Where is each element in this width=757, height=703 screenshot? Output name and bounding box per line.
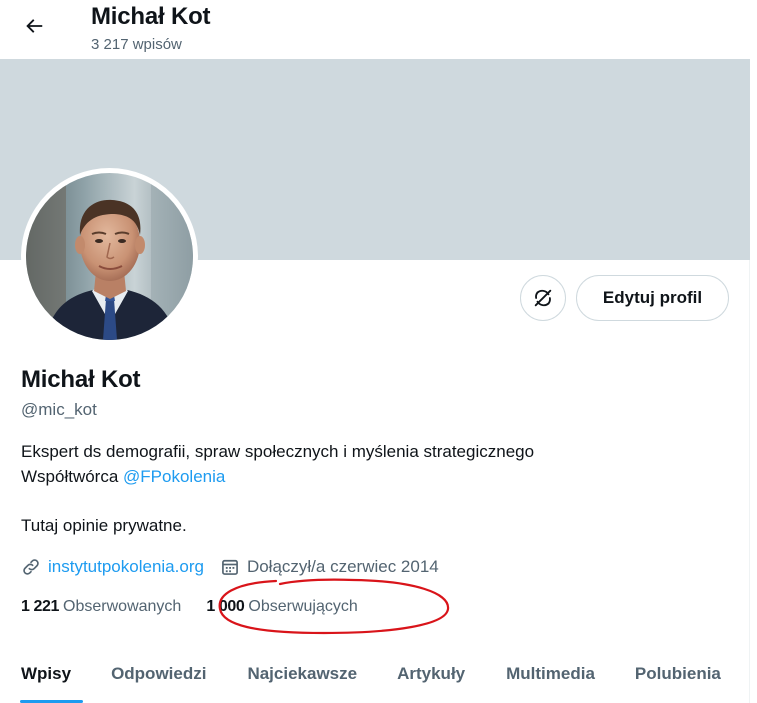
profile-tabs: Wpisy Odpowiedzi Najciekawsze Artykuły M… xyxy=(0,644,750,703)
sync-button[interactable] xyxy=(520,275,566,321)
post-count: 3 217 wpisów xyxy=(91,36,182,53)
sync-icon xyxy=(534,289,552,307)
followers-link[interactable]: 1 000 Obserwujących xyxy=(206,598,357,616)
calendar-icon xyxy=(222,559,238,575)
bio-line: Współtwórca @FPokolenia xyxy=(21,464,721,489)
header-title: Michał Kot xyxy=(91,3,211,30)
profile-page: Michał Kot 3 217 wpisów Edytuj profil Mi… xyxy=(0,0,757,703)
following-label: Obserwowanych xyxy=(63,598,182,615)
profile-display-name: Michał Kot xyxy=(21,366,141,393)
website-item: instytutpokolenia.org xyxy=(21,557,204,577)
back-arrow-icon xyxy=(26,19,43,33)
bio-line: Ekspert ds demografii, spraw społecznych… xyxy=(21,442,535,461)
bio-line: Tutaj opinie prywatne. xyxy=(21,516,187,535)
tab-highlights[interactable]: Najciekawsze xyxy=(247,644,357,703)
website-link[interactable]: instytutpokolenia.org xyxy=(48,557,204,577)
joined-date: Dołączył/a czerwiec 2014 xyxy=(246,557,439,576)
following-link[interactable]: 1 221 Obserwowanych xyxy=(21,598,181,616)
main-column: Michał Kot 3 217 wpisów Edytuj profil Mi… xyxy=(0,0,750,703)
profile-bio: Ekspert ds demografii, spraw społecznych… xyxy=(21,439,721,538)
following-count: 1 221 xyxy=(21,598,60,615)
bio-mention-link[interactable]: @FPokolenia xyxy=(123,467,225,486)
tab-media[interactable]: Multimedia xyxy=(506,644,595,703)
link-icon xyxy=(23,559,39,575)
back-button[interactable] xyxy=(16,8,52,44)
edit-profile-button[interactable]: Edytuj profil xyxy=(576,275,729,321)
profile-header-bar: Michał Kot 3 217 wpisów xyxy=(0,0,750,59)
avatar-photo xyxy=(26,173,193,340)
profile-handle: @mic_kot xyxy=(21,400,97,419)
followers-label: Obserwujących xyxy=(248,598,358,615)
avatar[interactable] xyxy=(21,168,198,345)
bio-text: Współtwórca xyxy=(21,467,124,486)
profile-meta: instytutpokolenia.org Dołączył/a czerwie… xyxy=(21,555,439,579)
follow-stats: 1 221 Obserwowanych 1 000 Obserwujących xyxy=(21,598,358,616)
followers-count: 1 000 xyxy=(206,598,245,615)
bio-spacer xyxy=(21,489,721,513)
joined-item: Dołączył/a czerwiec 2014 xyxy=(220,557,439,577)
tab-articles[interactable]: Artykuły xyxy=(397,644,465,703)
tab-posts[interactable]: Wpisy xyxy=(21,644,71,703)
tab-likes[interactable]: Polubienia xyxy=(635,644,721,703)
tab-replies[interactable]: Odpowiedzi xyxy=(111,644,206,703)
